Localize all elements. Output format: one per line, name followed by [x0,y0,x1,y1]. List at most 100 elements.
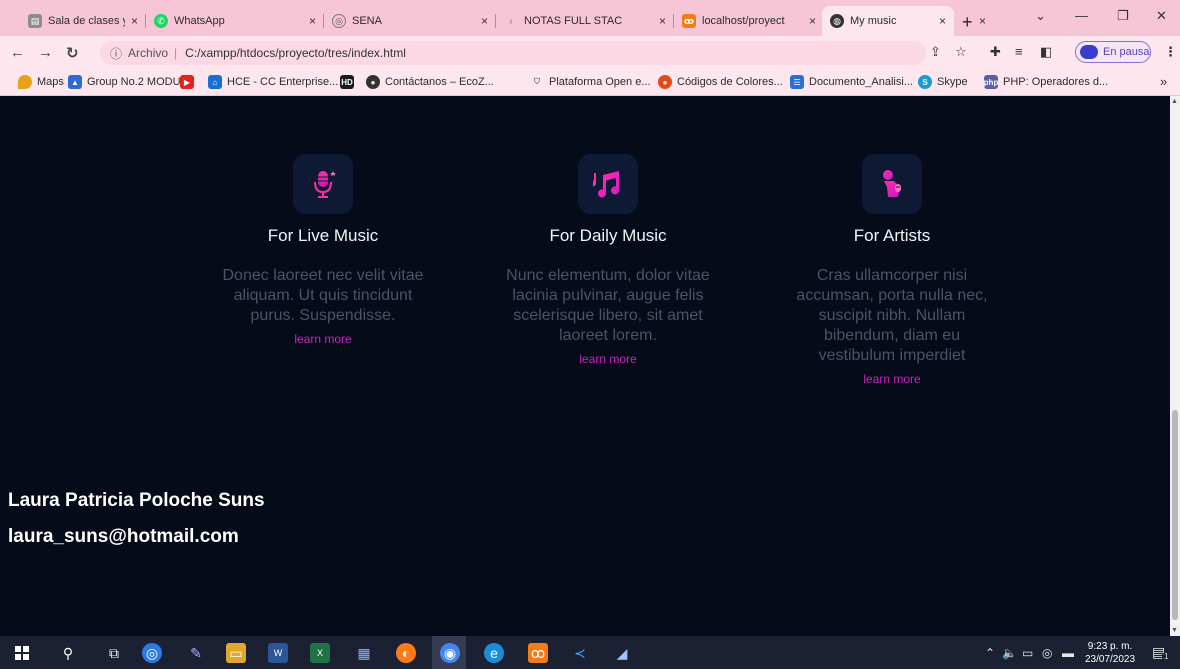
bookmark-label: Códigos de Colores... [677,76,783,88]
word-app-icon[interactable]: W [268,643,288,663]
page-scrollbar[interactable]: ▲ ▼ [1170,96,1180,636]
colors-icon: ● [658,75,672,89]
back-icon[interactable]: ← [10,44,25,61]
tab-title: My music [850,15,897,27]
page-content: For Live Music Donec laoreet nec velit v… [0,96,1170,636]
scroll-down-icon[interactable]: ▼ [1171,627,1178,634]
learn-more-link[interactable]: learn more [579,352,636,366]
feature-card-artists: For Artists Cras ullamcorper nisi accums… [787,154,997,388]
bookmark-item[interactable]: ● Códigos de Colores... [658,75,783,89]
tab-close-icon[interactable]: × [481,14,488,28]
bookmarks-overflow-button[interactable]: » [1160,74,1167,89]
platform-icon: ⛉ [534,77,540,86]
reload-icon[interactable]: ↻ [66,44,79,62]
bookmarks-bar: Maps ▲ Group No.2 MODU... ▶ ⌂ HCE - CC E… [0,70,1180,96]
new-tab-button[interactable]: + [962,12,973,33]
scroll-up-icon[interactable]: ▲ [1171,98,1178,105]
battery-icon[interactable]: ▬ [1062,646,1074,660]
feature-card-live-music: For Live Music Donec laoreet nec velit v… [218,154,428,348]
site-info-icon[interactable]: ⓘ [110,45,122,62]
bookmark-item[interactable]: S Skype [918,75,968,89]
tab-close-icon[interactable]: × [809,14,816,28]
pen-app-icon[interactable]: ◢ [612,643,632,663]
zoom-app-icon[interactable]: ◎ [142,643,162,663]
vscode-app-icon[interactable]: ≺ [570,643,590,663]
feature-description: Cras ullamcorper nisi accumsan, porta nu… [796,267,988,364]
tab-title: SENA [352,15,382,27]
windows-start-icon[interactable] [12,643,32,663]
side-panel-icon[interactable]: ◧ [1040,44,1052,60]
skype-icon: S [918,75,932,89]
restore-icon[interactable]: ❐ [1117,8,1129,24]
learn-more-link[interactable]: learn more [294,332,351,346]
volume-icon[interactable]: 🔈 [1002,646,1017,660]
bookmark-item[interactable]: HD [340,75,359,89]
share-icon[interactable]: ⇪ [930,44,941,60]
chrome-app-icon[interactable]: ◉ [440,643,460,663]
tab-close-icon[interactable]: × [939,14,946,28]
task-view-icon[interactable]: ⧉ [104,643,124,663]
tab-close-icon[interactable]: × [659,14,666,28]
bookmark-star-icon[interactable]: ☆ [955,44,967,60]
bookmark-label: PHP: Operadores d... [1003,76,1109,88]
hce-icon: ⌂ [208,75,222,89]
tab-title: Sala de clases y tu [48,15,125,27]
bookmark-item[interactable]: ☰ Documento_Analisi... [790,75,913,89]
bookmark-item[interactable]: ▶ [180,75,199,89]
tab-close-icon[interactable]: × [131,14,138,28]
minimize-icon[interactable]: — [1075,8,1088,23]
paint-app-icon[interactable]: ✎ [186,643,206,663]
firefox-app-icon[interactable]: ◐ [396,643,416,663]
address-scheme-label: Archivo [128,46,169,60]
bookmark-item[interactable]: ▲ Group No.2 MODU... [68,75,190,89]
bookmark-label: Maps [37,76,64,88]
tab-close-icon[interactable]: × [309,14,316,28]
tab-search-icon[interactable]: ⌄ [1035,8,1046,24]
address-bar[interactable]: ⓘ Archivo | C:/xampp/htdocs/proyecto/tre… [100,41,926,65]
window-close-icon[interactable]: ✕ [1156,8,1167,24]
browser-tab-active[interactable]: ◍ My music × [822,6,954,36]
tray-overflow-icon[interactable]: ⌃ [985,646,995,660]
feature-title: For Artists [853,226,931,245]
feature-title: For Live Music [267,226,379,245]
xampp-app-icon[interactable]: ꝏ [528,643,548,663]
profile-button[interactable]: En pausa [1075,41,1151,63]
menu-kebab-icon[interactable]: ⋮ [1164,44,1177,60]
scrollbar-thumb[interactable] [1172,410,1178,620]
xampp-icon: ꝏ [682,14,696,28]
forward-icon[interactable]: → [38,44,53,61]
bookmark-item[interactable]: Maps [18,75,64,89]
singer-icon [862,154,922,214]
address-url[interactable]: C:/xampp/htdocs/proyecto/tres/index.html [185,46,406,60]
footer-author-name: Laura Patricia Poloche Suns [8,490,265,511]
profile-status: En pausa [1103,46,1150,58]
bookmark-item[interactable]: ⛉ Plataforma Open e... [530,75,651,89]
file-explorer-icon[interactable]: ▭ [226,643,246,663]
remote-desktop-icon[interactable]: ▦ [354,643,374,663]
excel-app-icon[interactable]: X [310,643,330,663]
bookmark-item[interactable]: php PHP: Operadores d... [984,75,1108,89]
search-icon[interactable]: ⚲ [58,643,78,663]
tab-title: localhost/proyect [702,15,785,27]
sync-icon[interactable]: ◎ [1042,646,1052,660]
taskbar-clock[interactable]: 9:23 p. m. 23/07/2023 [1085,640,1135,666]
browser-tab[interactable]: ▤ Sala de clases y tu × [20,6,146,36]
extensions-icon[interactable]: ✚ [990,44,1001,60]
network-icon[interactable]: ▭ [1022,646,1033,660]
reading-list-icon[interactable]: ≡ [1015,44,1023,59]
browser-tab[interactable]: ♁ NOTAS FULL STAC × [496,6,674,36]
browser-tab[interactable]: ꝏ localhost/proyect × [674,6,824,36]
sena-icon: ◎ [332,14,346,28]
browser-tab[interactable]: ◎ SENA × [324,6,496,36]
bookmark-label: Skype [937,76,968,88]
bookmark-item[interactable]: ● Contáctanos – EcoZ... [366,75,494,89]
learn-more-link[interactable]: learn more [863,372,920,386]
clock-time: 9:23 p. m. [1087,641,1133,652]
browser-tab[interactable]: ✆ WhatsApp × [146,6,324,36]
group-icon: ▲ [68,75,82,89]
bookmark-item[interactable]: ⌂ HCE - CC Enterprise... [208,75,338,89]
avatar [1080,45,1098,59]
tab-close-icon[interactable]: × [979,14,986,28]
edge-app-icon[interactable]: e [484,643,504,663]
tab-title: NOTAS FULL STAC [524,15,623,27]
